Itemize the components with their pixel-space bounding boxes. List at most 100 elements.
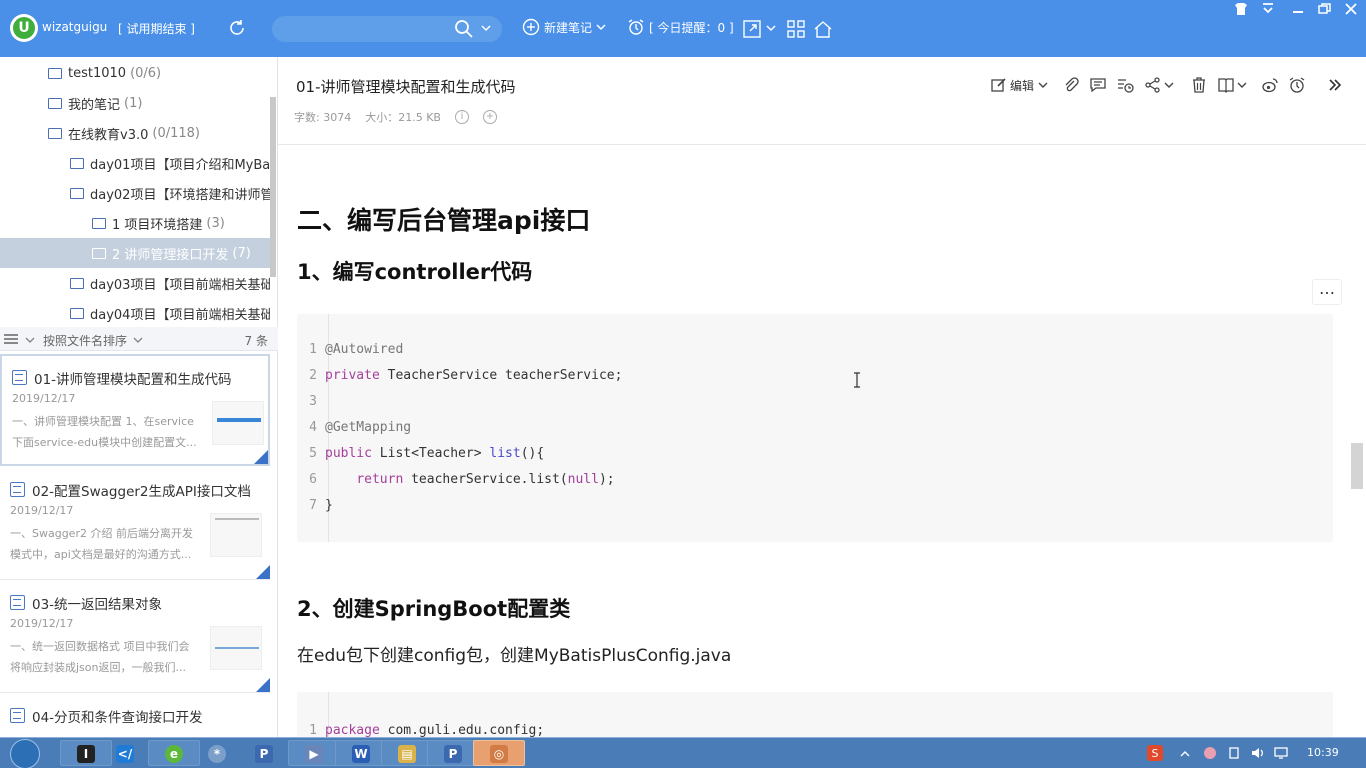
- note-card[interactable]: 03-统一返回结果对象 2019/12/17 一、统一返回数据格式 项目中我们会…: [0, 581, 270, 693]
- content-scrollbar[interactable]: [1351, 443, 1363, 489]
- taskbar-app-browser[interactable]: e: [148, 740, 200, 766]
- restore-icon[interactable]: [1316, 2, 1332, 16]
- reminder-set-button[interactable]: [1288, 75, 1306, 95]
- taskbar-app-explorer[interactable]: ▤: [381, 740, 433, 766]
- start-button[interactable]: [10, 739, 40, 768]
- folder-icon: [70, 187, 84, 199]
- taskbar-app-vscode[interactable]: </: [103, 740, 147, 766]
- chevron-down-icon[interactable]: [133, 335, 143, 345]
- tree-scrollbar[interactable]: [270, 97, 276, 277]
- taskbar-app-p2[interactable]: P: [427, 740, 479, 766]
- reading-view-button[interactable]: [1217, 75, 1247, 95]
- expand-icon[interactable]: [742, 19, 762, 39]
- note-card[interactable]: 02-配置Swagger2生成API接口文档 2019/12/17 一、Swag…: [0, 468, 270, 580]
- tray-app-icon[interactable]: [1202, 745, 1218, 761]
- minimize-icon[interactable]: [1290, 2, 1306, 16]
- search-icon[interactable]: [454, 19, 474, 39]
- sync-icon[interactable]: [227, 18, 247, 38]
- new-note-button[interactable]: 新建笔记: [522, 18, 606, 36]
- chevron-up-icon[interactable]: [1180, 750, 1190, 758]
- comment-icon: [1090, 78, 1106, 93]
- code-more-button[interactable]: …: [1312, 279, 1342, 305]
- taskbar-app-p1[interactable]: P: [242, 740, 286, 766]
- note-card[interactable]: 04-分页和条件查询接口开发: [0, 694, 270, 737]
- folder-icon: [92, 247, 106, 259]
- doc-body[interactable]: 二、编写后台管理api接口 1、编写controller代码 … 1 @Autow…: [278, 146, 1366, 737]
- tree-item-day02[interactable]: day02项目【环境搭建和讲师管: [70, 178, 270, 208]
- taskbar-app-gear[interactable]: *: [195, 740, 239, 766]
- info-icon[interactable]: i: [454, 110, 469, 124]
- note-snippet: 一、讲师管理模块配置 1、在service 下面service-edu模块中创建配…: [12, 415, 197, 449]
- network-icon[interactable]: [1273, 745, 1289, 761]
- note-thumbnail: [210, 626, 262, 670]
- grid-icon[interactable]: [786, 19, 806, 39]
- taskbar-app-media[interactable]: ▶: [288, 740, 340, 766]
- note-icon: [12, 370, 27, 385]
- paperclip-icon: [1065, 77, 1079, 92]
- trial-status[interactable]: [ 试用期结束 ]: [118, 20, 195, 37]
- attachment-button[interactable]: [1062, 75, 1080, 95]
- share-icon: [1145, 77, 1160, 93]
- usb-icon[interactable]: [1226, 745, 1242, 761]
- top-bar: U wizatguigu [ 试用期结束 ] 新建笔记 [ 今日提醒：0 ]: [0, 0, 1366, 57]
- edit-label: 编辑: [1010, 78, 1035, 93]
- edit-icon: [991, 78, 1006, 92]
- input-method-icon[interactable]: S: [1146, 744, 1164, 762]
- volume-icon[interactable]: [1250, 745, 1266, 761]
- delete-button[interactable]: [1190, 75, 1208, 95]
- comment-button[interactable]: [1089, 75, 1107, 95]
- code-line: 3: [309, 394, 317, 409]
- tree-item-my-notes[interactable]: 我的笔记 (1): [48, 88, 270, 118]
- chevron-down-icon: [1237, 82, 1247, 88]
- edit-button[interactable]: 编辑: [990, 75, 1048, 95]
- menu-icon[interactable]: [1260, 2, 1276, 16]
- home-icon[interactable]: [813, 19, 833, 39]
- tree-item-test1010[interactable]: test1010 (0/6): [48, 58, 270, 88]
- tree-item-day03[interactable]: day03项目【项目前端相关基础: [70, 268, 270, 298]
- taskbar-app-wiz[interactable]: ◎: [473, 740, 525, 766]
- note-title: 03-统一返回结果对象: [32, 597, 163, 613]
- note-card[interactable]: 01-讲师管理模块配置和生成代码 2019/12/17 一、讲师管理模块配置 1…: [0, 354, 270, 466]
- tree-item-day01[interactable]: day01项目【项目介绍和MyBat: [70, 148, 270, 178]
- reminder-button[interactable]: [ 今日提醒：0 ]: [627, 18, 734, 36]
- history-icon: [1118, 79, 1134, 93]
- list-menu-icon[interactable]: [4, 334, 18, 344]
- note-editor: 01-讲师管理模块配置和生成代码 字数: 3074 大小：21.5 KB i +…: [278, 57, 1366, 737]
- tree-item-env-setup[interactable]: 1 项目环境搭建 (3): [92, 208, 270, 238]
- doc-title[interactable]: 01-讲师管理模块配置和生成代码: [296, 76, 516, 97]
- app-logo: U: [10, 14, 38, 42]
- book-icon: [1218, 78, 1234, 93]
- code-block-config[interactable]: 1 package com.guli.edu.config;: [297, 692, 1333, 737]
- tree-item-online-edu[interactable]: 在线教育v3.0 (0/118): [48, 118, 270, 148]
- more-tools-button[interactable]: [1326, 75, 1344, 95]
- note-icon: [10, 708, 25, 723]
- tree-item-day04[interactable]: day04项目【项目前端相关基础: [70, 298, 270, 328]
- paragraph: 在edu包下创建config包，创建MyBatisPlusConfig.java: [297, 646, 732, 666]
- note-corner-mark: [256, 565, 270, 579]
- weibo-share-button[interactable]: [1261, 75, 1279, 95]
- add-tag-icon[interactable]: +: [482, 110, 497, 124]
- user-name[interactable]: wizatguigu: [42, 20, 107, 34]
- history-button[interactable]: [1116, 75, 1134, 95]
- share-button[interactable]: [1144, 75, 1174, 95]
- note-snippet: 一、Swagger2 介绍 前后端分离开发 模式中，api文档是最好的沟通方式..…: [10, 527, 193, 561]
- weibo-icon: [1262, 78, 1278, 93]
- tree-item-teacher-api[interactable]: 2 讲师管理接口开发 (7): [0, 238, 270, 268]
- note-date: 2019/12/17: [12, 392, 76, 405]
- sort-label[interactable]: 按照文件名排序: [43, 332, 127, 349]
- chevron-down-icon[interactable]: [766, 23, 776, 33]
- chevron-down-icon[interactable]: [25, 335, 35, 345]
- taskbar-app-word[interactable]: W: [335, 740, 387, 766]
- chevron-down-icon[interactable]: [481, 23, 491, 33]
- clock[interactable]: 10:39: [1307, 746, 1339, 759]
- text-cursor-icon: [854, 372, 860, 388]
- note-icon: [10, 595, 25, 610]
- heading-1: 二、编写后台管理api接口: [297, 206, 591, 235]
- heading-2-controller: 1、编写controller代码: [297, 260, 533, 284]
- folder-icon: [70, 307, 84, 319]
- chevron-down-icon: [596, 24, 606, 31]
- code-block-controller[interactable]: 1 @Autowired 2 private TeacherService teac…: [297, 314, 1333, 542]
- folder-icon: [48, 97, 62, 109]
- skin-icon[interactable]: [1233, 2, 1249, 16]
- close-icon[interactable]: [1343, 2, 1359, 16]
